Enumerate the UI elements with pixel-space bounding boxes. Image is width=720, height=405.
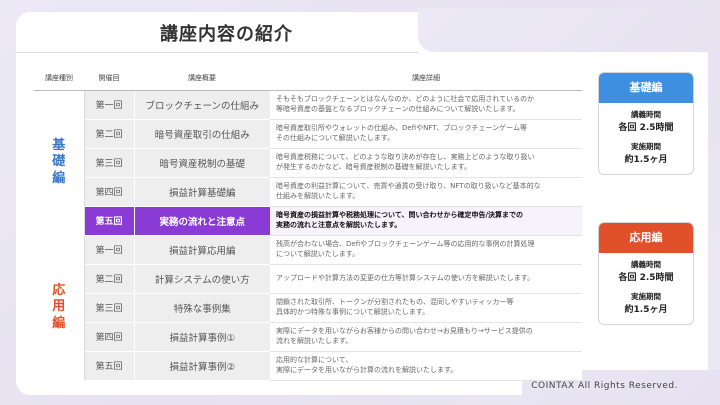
detail-line: 流れを解説いたします。 bbox=[276, 336, 353, 345]
detail-cell: 暗号資産の利益計算について、売買や通貨の受け取り、NFTの取り扱いなど基本的な仕… bbox=[270, 177, 582, 207]
detail-cell: 応用的な計算について、 実際にデータを用いながら計算の流れを解説いたします。 bbox=[270, 351, 582, 381]
detail-line: 具体的かつ特殊な事例について解説いたします。 bbox=[276, 307, 430, 316]
applied-info-card: 応用編 講義時間 各回 2.5時間 実施期間 約1.5ヶ月 bbox=[598, 222, 694, 325]
session-cell: 第五回 bbox=[84, 351, 135, 381]
detail-cell: 残高が合わない場合、Defiやブロックチェーンゲーム等の応用的な事例の計算処理に… bbox=[270, 235, 582, 265]
detail-line: 残高が合わない場合、Defiやブロックチェーンゲーム等の応用的な事例の計算処理 bbox=[276, 240, 535, 249]
detail-cell: アップロードや計算方法の変更の仕方等計算システムの使い方を解説いたします。 bbox=[270, 264, 582, 294]
course-table: 講座種別 開催回 講座概要 講座詳細 基礎編第一回 ブロックチェーンの仕組み そもそ… bbox=[34, 67, 582, 381]
detail-line: 暗号資産の利益計算について、売買や通貨の受け取り、NFTの取り扱いなど基本的な bbox=[276, 182, 541, 191]
basic-period-label: 実施期間 bbox=[631, 142, 661, 152]
table-row: 第五回 実務の流れと注意点 暗号資産の損益計算や税務処理について、問い合わせから確定… bbox=[34, 206, 582, 236]
detail-line: 閉鎖された取引所、トークンが分割されたもの、混同しやすいティッカー等 bbox=[276, 298, 514, 307]
session-cell: 第一回 bbox=[84, 235, 135, 265]
table-row: 第四回 損益計算事例① 実際にデータを用いながらお客様からの問い合わせ→お見積もり→… bbox=[34, 322, 582, 352]
course-type-label: 基礎編 bbox=[52, 138, 66, 186]
course-type-applied: 応用編 bbox=[34, 234, 85, 381]
summary-cell: 暗号資産税制の基礎 bbox=[134, 148, 270, 178]
table-row: 基礎編 第一回 ブロックチェーンの仕組み そもそもブロックチェーンとはなんなのか、どの… bbox=[34, 90, 582, 236]
course-type-label: 応用編 bbox=[52, 283, 66, 331]
detail-line: 暗号資産取引所やウォレットの仕組み、DefiやNFT、ブロックチェーンゲーム等 bbox=[276, 124, 527, 133]
table-row: 第三回 特殊な事例集 閉鎖された取引所、トークンが分割されたもの、混同しやすいティッ… bbox=[34, 293, 582, 323]
copyright-footer: COINTAX All Rights Reserved. bbox=[531, 381, 678, 391]
applied-hours-label: 講義時間 bbox=[631, 260, 661, 269]
summary-cell: 計算システムの使い方 bbox=[134, 264, 270, 294]
session-cell: 第五回 bbox=[84, 206, 135, 236]
detail-cell: 暗号資産取引所やウォレットの仕組み、DefiやNFT、ブロックチェーンゲーム等そ… bbox=[270, 119, 582, 149]
session-cell: 第二回 bbox=[84, 119, 135, 149]
basic-info-card: 基礎編 講義時間 各回 2.5時間 実施期間 約1.5ヶ月 bbox=[598, 72, 694, 175]
session-cell: 第三回 bbox=[84, 293, 135, 323]
course-type-basic: 基礎編 bbox=[34, 90, 85, 236]
summary-cell: 損益計算基礎編 bbox=[134, 177, 270, 207]
detail-line: アップロードや計算方法の変更の仕方等計算システムの使い方を解説いたします。 bbox=[276, 273, 535, 282]
applied-period-label: 実施期間 bbox=[631, 292, 661, 302]
table-header-row: 講座種別 開催回 講座概要 講座詳細 bbox=[34, 67, 582, 91]
header-type: 講座種別 bbox=[34, 67, 84, 91]
detail-line: 等暗号資産の基盤となるブロックチェーンの仕組みについて解説いたします。 bbox=[276, 104, 520, 113]
table-row: 第二回 暗号資産取引の仕組み 暗号資産取引所やウォレットの仕組み、DefiやNFT、… bbox=[34, 119, 582, 149]
detail-line: 応用的な計算について、 bbox=[276, 356, 353, 365]
session-cell: 第二回 bbox=[84, 264, 135, 294]
detail-line: 実際にデータを用いながらお客様からの問い合わせ→お見積もり→サービス提供の bbox=[276, 327, 533, 336]
basic-hours-label: 講義時間 bbox=[631, 110, 661, 119]
detail-cell: 閉鎖された取引所、トークンが分割されたもの、混同しやすいティッカー等 具体的かつ特… bbox=[270, 293, 582, 323]
header-detail: 講座詳細 bbox=[270, 67, 582, 91]
header-session: 開催回 bbox=[84, 67, 134, 91]
table-row: 第二回 計算システムの使い方 アップロードや計算方法の変更の仕方等計算システムの使い… bbox=[34, 264, 582, 294]
summary-cell: 損益計算応用編 bbox=[134, 235, 270, 265]
applied-card-title: 応用編 bbox=[599, 223, 693, 253]
detail-cell: そもそもブロックチェーンとはなんなのか、どのように社会で応用されているのか 等暗号… bbox=[270, 90, 582, 120]
table-row: 第四回 損益計算基礎編 暗号資産の利益計算について、売買や通貨の受け取り、NFTの取… bbox=[34, 177, 582, 207]
detail-cell: 実際にデータを用いながらお客様からの問い合わせ→お見積もり→サービス提供の 流れを… bbox=[270, 322, 582, 352]
detail-line: 仕組みを解説いたします。 bbox=[276, 191, 360, 200]
summary-cell: 暗号資産取引の仕組み bbox=[134, 119, 270, 149]
title-divider bbox=[16, 52, 418, 53]
basic-period-value: 約1.5ヶ月 bbox=[624, 155, 668, 166]
summary-cell: 実務の流れと注意点 bbox=[134, 206, 270, 236]
basic-hours-value: 各回 2.5時間 bbox=[618, 123, 674, 133]
session-cell: 第四回 bbox=[84, 177, 135, 207]
session-cell: 第四回 bbox=[84, 322, 135, 352]
detail-line: 暗号資産税務について、どのような取り決めが存在し、実務上どのような取り扱い bbox=[276, 153, 535, 162]
header-summary: 講座概要 bbox=[134, 67, 270, 91]
corner-cutout bbox=[418, 8, 716, 52]
detail-line: 実務の流れと注意点を解説いたします。 bbox=[276, 220, 402, 229]
basic-card-title: 基礎編 bbox=[599, 73, 693, 103]
detail-line: が発生するのかなど、暗号資産税制の基礎を解説いたします。 bbox=[276, 162, 471, 171]
summary-cell: 特殊な事例集 bbox=[134, 293, 270, 323]
table-row: 第五回 損益計算事例② 応用的な計算について、 実際にデータを用いながら計算の流れを解… bbox=[34, 351, 582, 381]
table-row: 第三回 暗号資産税制の基礎 暗号資産税務について、どのような取り決めが存在し、実務上… bbox=[34, 148, 582, 178]
applied-hours-value: 各回 2.5時間 bbox=[618, 273, 674, 283]
page-title: 講座内容の紹介 bbox=[160, 24, 293, 45]
detail-line: 実際にデータを用いながら計算の流れを解説いたします。 bbox=[276, 365, 458, 374]
summary-cell: 損益計算事例① bbox=[134, 322, 270, 352]
detail-line: について解説いたします。 bbox=[276, 249, 360, 258]
detail-line: そもそもブロックチェーンとはなんなのか、どのように社会で応用されているのか bbox=[276, 95, 535, 104]
session-cell: 第三回 bbox=[84, 148, 135, 178]
detail-line: 暗号資産の損益計算や税務処理について、問い合わせから確定申告/決算までの bbox=[276, 211, 523, 220]
applied-period-value: 約1.5ヶ月 bbox=[624, 305, 668, 316]
summary-cell: ブロックチェーンの仕組み bbox=[134, 90, 270, 120]
detail-line: その仕組みについて解説いたします。 bbox=[276, 133, 395, 142]
table-row: 応用編 第一回 損益計算応用編 残高が合わない場合、Defiやブロックチェーンゲーム等… bbox=[34, 234, 582, 381]
session-cell: 第一回 bbox=[84, 90, 135, 120]
detail-cell: 暗号資産の損益計算や税務処理について、問い合わせから確定申告/決算までの 実務の流… bbox=[270, 206, 582, 236]
detail-cell: 暗号資産税務について、どのような取り決めが存在し、実務上どのような取り扱い が発生… bbox=[270, 148, 582, 178]
summary-cell: 損益計算事例② bbox=[134, 351, 270, 381]
